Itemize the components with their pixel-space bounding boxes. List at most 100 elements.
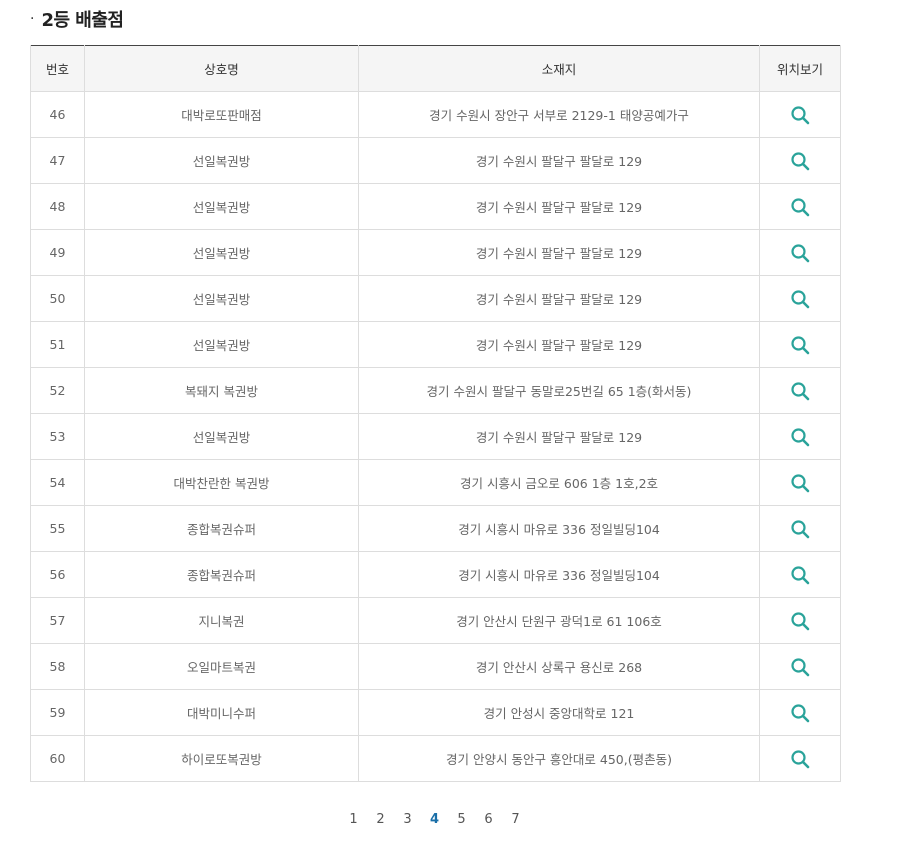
row-address: 경기 수원시 팔달구 동말로25번길 65 1층(화서동) <box>358 367 760 414</box>
row-location-cell <box>759 367 841 414</box>
row-address: 경기 수원시 팔달구 팔달로 129 <box>358 183 760 230</box>
row-address: 경기 안산시 상록구 용신로 268 <box>358 643 760 690</box>
row-location-cell <box>759 91 841 138</box>
search-icon <box>791 335 810 354</box>
search-icon <box>791 749 810 768</box>
row-location-cell <box>759 229 841 276</box>
page-link-5[interactable]: 5 <box>448 812 475 827</box>
table-row: 58 오일마트복권 경기 안산시 상록구 용신로 268 <box>30 643 841 690</box>
table-row: 47 선일복권방 경기 수원시 팔달구 팔달로 129 <box>30 137 841 184</box>
search-icon <box>791 381 810 400</box>
search-icon <box>791 243 810 262</box>
table-row: 49 선일복권방 경기 수원시 팔달구 팔달로 129 <box>30 229 841 276</box>
row-number: 60 <box>30 735 85 782</box>
search-icon <box>791 657 810 676</box>
row-location-cell <box>759 275 841 322</box>
row-store-name: 종합복권슈퍼 <box>84 505 359 552</box>
row-location-cell <box>759 413 841 460</box>
view-location-button[interactable] <box>788 195 812 219</box>
row-number: 51 <box>30 321 85 368</box>
table-row: 56 종합복권슈퍼 경기 시흥시 마유로 336 정일빌딩104 <box>30 551 841 598</box>
row-address: 경기 시흥시 마유로 336 정일빌딩104 <box>358 505 760 552</box>
table-row: 48 선일복권방 경기 수원시 팔달구 팔달로 129 <box>30 183 841 230</box>
page-link-4[interactable]: 4 <box>421 812 448 827</box>
view-location-button[interactable] <box>788 379 812 403</box>
row-address: 경기 안성시 중앙대학로 121 <box>358 689 760 736</box>
table-row: 46 대박로또판매점 경기 수원시 장안구 서부로 2129-1 태양공예가구 <box>30 91 841 138</box>
row-store-name: 선일복권방 <box>84 229 359 276</box>
header-location: 위치보기 <box>759 45 841 92</box>
section-title: · 2등 배출점 <box>30 6 124 32</box>
view-location-button[interactable] <box>788 103 812 127</box>
search-icon <box>791 565 810 584</box>
row-number: 50 <box>30 275 85 322</box>
row-store-name: 선일복권방 <box>84 137 359 184</box>
view-location-button[interactable] <box>788 747 812 771</box>
row-address: 경기 수원시 팔달구 팔달로 129 <box>358 275 760 322</box>
search-icon <box>791 105 810 124</box>
view-location-button[interactable] <box>788 149 812 173</box>
view-location-button[interactable] <box>788 563 812 587</box>
header-number: 번호 <box>30 45 85 92</box>
row-store-name: 선일복권방 <box>84 413 359 460</box>
row-store-name: 지니복권 <box>84 597 359 644</box>
page-link-1[interactable]: 1 <box>340 812 367 827</box>
title-bullet: · <box>30 11 35 27</box>
row-location-cell <box>759 505 841 552</box>
search-icon <box>791 703 810 722</box>
row-store-name: 대박로또판매점 <box>84 91 359 138</box>
table-row: 57 지니복권 경기 안산시 단원구 광덕1로 61 106호 <box>30 597 841 644</box>
view-location-button[interactable] <box>788 287 812 311</box>
row-number: 49 <box>30 229 85 276</box>
view-location-button[interactable] <box>788 701 812 725</box>
search-icon <box>791 427 810 446</box>
table-row: 50 선일복권방 경기 수원시 팔달구 팔달로 129 <box>30 275 841 322</box>
row-store-name: 선일복권방 <box>84 321 359 368</box>
row-address: 경기 안산시 단원구 광덕1로 61 106호 <box>358 597 760 644</box>
row-location-cell <box>759 137 841 184</box>
view-location-button[interactable] <box>788 471 812 495</box>
view-location-button[interactable] <box>788 517 812 541</box>
view-location-button[interactable] <box>788 609 812 633</box>
table-row: 53 선일복권방 경기 수원시 팔달구 팔달로 129 <box>30 413 841 460</box>
page-link-7[interactable]: 7 <box>502 812 529 827</box>
page-link-3[interactable]: 3 <box>394 812 421 827</box>
page-link-2[interactable]: 2 <box>367 812 394 827</box>
row-number: 59 <box>30 689 85 736</box>
row-number: 53 <box>30 413 85 460</box>
row-location-cell <box>759 643 841 690</box>
row-store-name: 대박미니수퍼 <box>84 689 359 736</box>
row-store-name: 복돼지 복권방 <box>84 367 359 414</box>
row-location-cell <box>759 183 841 230</box>
row-address: 경기 수원시 장안구 서부로 2129-1 태양공예가구 <box>358 91 760 138</box>
table-row: 59 대박미니수퍼 경기 안성시 중앙대학로 121 <box>30 689 841 736</box>
view-location-button[interactable] <box>788 333 812 357</box>
row-store-name: 종합복권슈퍼 <box>84 551 359 598</box>
row-number: 58 <box>30 643 85 690</box>
row-address: 경기 시흥시 마유로 336 정일빌딩104 <box>358 551 760 598</box>
view-location-button[interactable] <box>788 425 812 449</box>
pagination: 1234567 <box>340 808 529 830</box>
table-row: 60 하이로또복권방 경기 안양시 동안구 흥안대로 450,(평촌동) <box>30 735 841 782</box>
row-number: 46 <box>30 91 85 138</box>
search-icon <box>791 519 810 538</box>
row-number: 48 <box>30 183 85 230</box>
row-number: 55 <box>30 505 85 552</box>
table-body: 46 대박로또판매점 경기 수원시 장안구 서부로 2129-1 태양공예가구 47 선… <box>30 91 841 782</box>
row-address: 경기 수원시 팔달구 팔달로 129 <box>358 321 760 368</box>
row-location-cell <box>759 735 841 782</box>
view-location-button[interactable] <box>788 655 812 679</box>
search-icon <box>791 289 810 308</box>
row-location-cell <box>759 551 841 598</box>
search-icon <box>791 611 810 630</box>
search-icon <box>791 151 810 170</box>
table-row: 54 대박찬란한 복권방 경기 시흥시 금오로 606 1층 1호,2호 <box>30 459 841 506</box>
view-location-button[interactable] <box>788 241 812 265</box>
row-number: 56 <box>30 551 85 598</box>
row-store-name: 오일마트복권 <box>84 643 359 690</box>
row-location-cell <box>759 597 841 644</box>
page-link-6[interactable]: 6 <box>475 812 502 827</box>
row-address: 경기 수원시 팔달구 팔달로 129 <box>358 229 760 276</box>
row-store-name: 선일복권방 <box>84 275 359 322</box>
row-address: 경기 수원시 팔달구 팔달로 129 <box>358 413 760 460</box>
